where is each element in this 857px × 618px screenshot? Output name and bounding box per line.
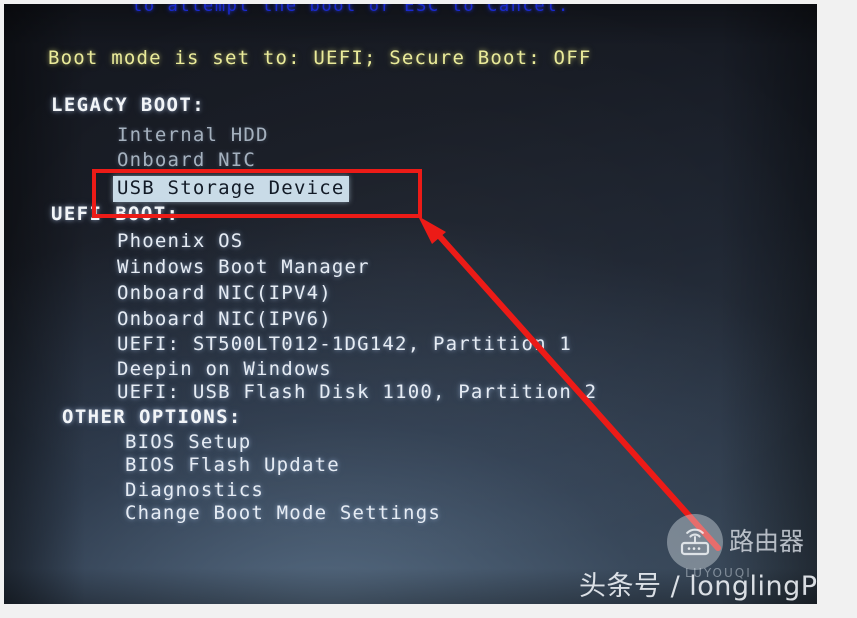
boot-item-onboard-nic-ipv4[interactable]: Onboard NIC(IPV4) (117, 282, 332, 304)
boot-item-bios-flash-update[interactable]: BIOS Flash Update (125, 454, 340, 476)
bios-boot-menu-photo: to attempt the boot or ESC to Cancel. Bo… (4, 4, 817, 604)
boot-item-windows-boot-manager[interactable]: Windows Boot Manager (117, 256, 370, 278)
boot-item-bios-setup[interactable]: BIOS Setup (125, 431, 251, 453)
boot-item-uefi-usb-flash-disk[interactable]: UEFI: USB Flash Disk 1100, Partition 2 (117, 381, 597, 403)
boot-prompt-line: to attempt the boot or ESC to Cancel. (132, 4, 570, 16)
boot-menu-text-layer: to attempt the boot or ESC to Cancel. Bo… (4, 4, 817, 604)
boot-item-onboard-nic-ipv6[interactable]: Onboard NIC(IPV6) (117, 308, 332, 330)
boot-item-uefi-st500lt012[interactable]: UEFI: ST500LT012-1DG142, Partition 1 (117, 333, 572, 355)
boot-item-internal-hdd[interactable]: Internal HDD (117, 124, 269, 146)
boot-item-phoenix-os[interactable]: Phoenix OS (117, 230, 243, 252)
legacy-boot-heading: LEGACY BOOT: (51, 94, 206, 116)
boot-item-onboard-nic[interactable]: Onboard NIC (117, 149, 256, 171)
screenshot-page: to attempt the boot or ESC to Cancel. Bo… (0, 0, 857, 618)
other-options-heading: OTHER OPTIONS: (62, 406, 242, 428)
boot-mode-status-line: Boot mode is set to: UEFI; Secure Boot: … (48, 47, 592, 69)
boot-item-deepin-on-windows[interactable]: Deepin on Windows (117, 358, 332, 380)
boot-item-diagnostics[interactable]: Diagnostics (125, 479, 264, 501)
boot-item-change-boot-mode-settings[interactable]: Change Boot Mode Settings (125, 502, 441, 524)
usb-storage-device-highlight-box (92, 169, 422, 218)
